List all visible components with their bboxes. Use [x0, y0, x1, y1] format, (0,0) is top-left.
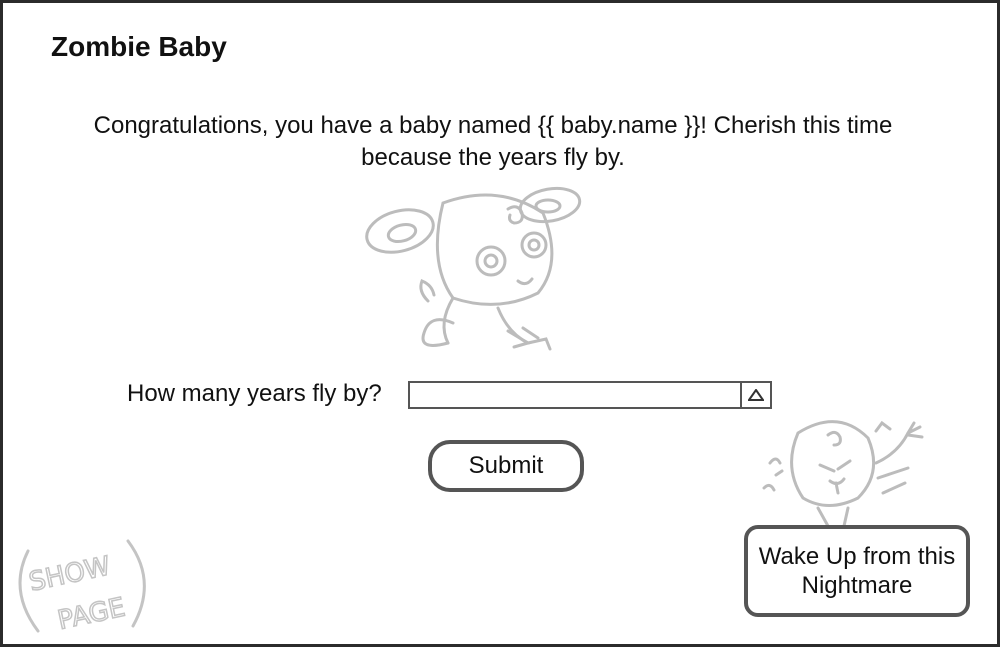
years-stepper	[408, 381, 772, 409]
baby-illustration	[365, 186, 582, 351]
page-title: Zombie Baby	[51, 31, 227, 62]
wake-up-button[interactable]: Wake Up from this Nightmare	[744, 525, 970, 617]
stepper-button[interactable]	[740, 383, 770, 407]
svg-text:PAGE: PAGE	[55, 593, 128, 636]
svg-text:SHOW: SHOW	[26, 551, 113, 597]
congratulations-message: Congratulations, you have a baby named {…	[93, 112, 893, 171]
page-frame: Zombie Baby Congratulations, you have a …	[0, 0, 1000, 647]
zombie-illustration	[762, 420, 924, 528]
triangle-up-icon	[748, 389, 764, 401]
years-question-label: How many years fly by?	[127, 380, 382, 407]
years-input[interactable]	[410, 383, 752, 407]
submit-button[interactable]: Submit	[428, 440, 584, 492]
show-page-stamp: SHOW PAGE	[18, 539, 146, 637]
